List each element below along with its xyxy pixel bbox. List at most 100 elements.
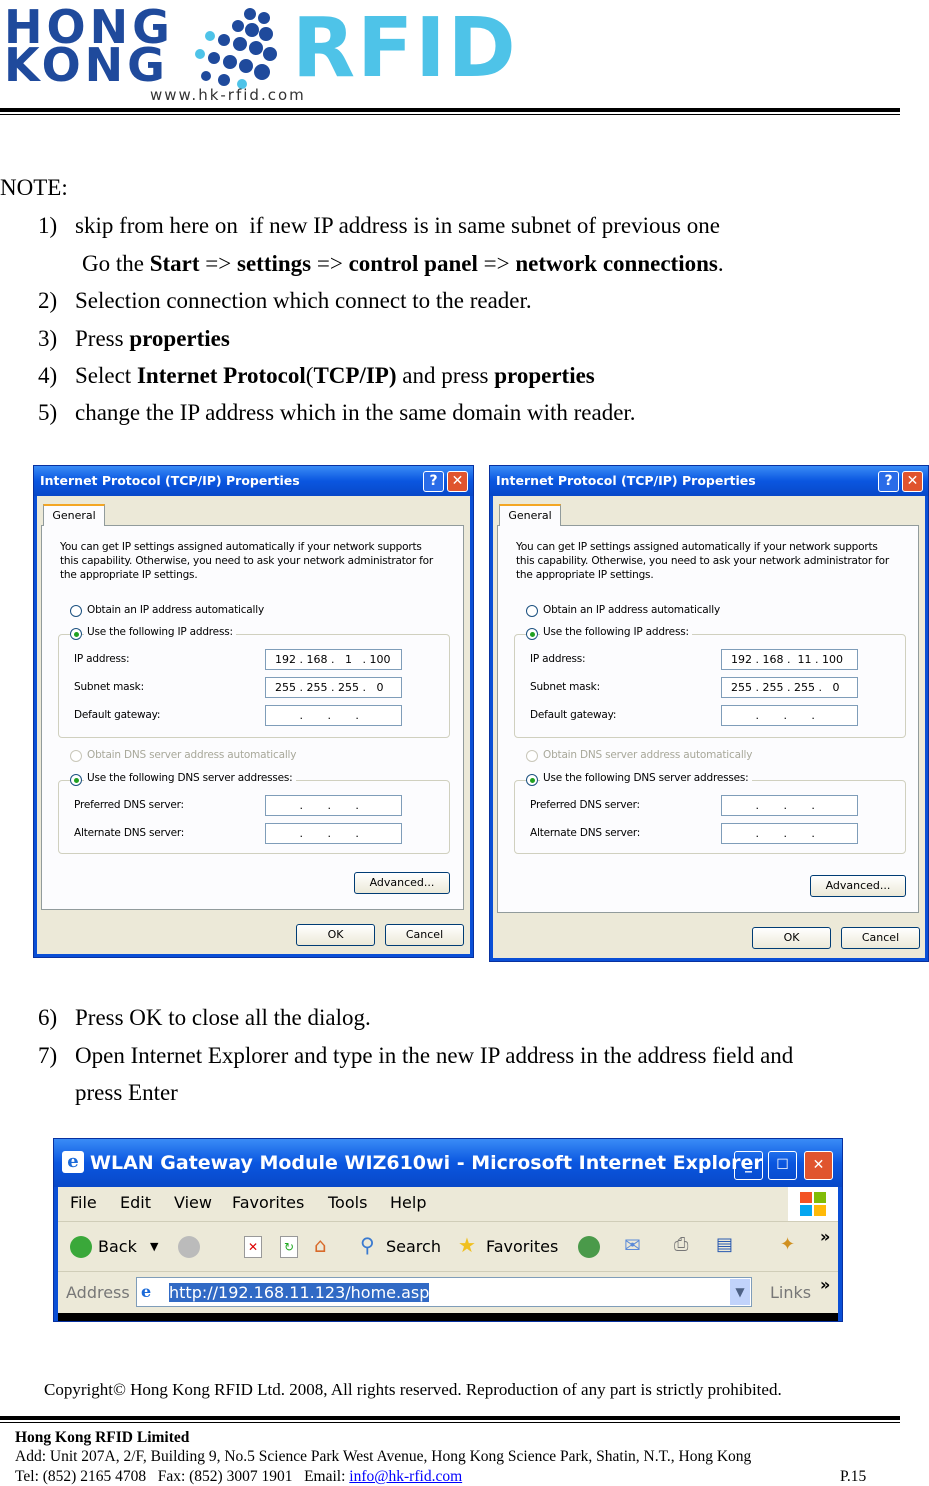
subnet-mask-label: Subnet mask: bbox=[74, 681, 144, 693]
step-text: change the IP address which in the same … bbox=[75, 400, 636, 426]
step-number: 4) bbox=[38, 363, 58, 388]
subnet-mask-field[interactable]: 255 . 255 . 255 . 0 bbox=[721, 677, 858, 698]
help-button[interactable]: ? bbox=[878, 471, 899, 492]
obtain-dns-radio[interactable] bbox=[526, 750, 538, 762]
obtain-dns-label[interactable]: Obtain DNS server address automatically bbox=[543, 749, 752, 761]
tcpip-dialog: Internet Protocol (TCP/IP) Properties ? … bbox=[33, 465, 474, 958]
ie-logo-icon: e bbox=[62, 1151, 84, 1173]
use-dns-label[interactable]: Use the following DNS server addresses: bbox=[84, 772, 296, 784]
email-link[interactable]: info@hk-rfid.com bbox=[349, 1468, 462, 1485]
step-text-part: Press bbox=[75, 326, 130, 351]
back-button[interactable]: Back bbox=[98, 1237, 137, 1257]
obtain-ip-label[interactable]: Obtain an IP address automatically bbox=[87, 604, 264, 616]
use-dns-radio[interactable] bbox=[70, 774, 82, 786]
ie-titlebar: e WLAN Gateway Module WIZ610wi - Microso… bbox=[54, 1139, 842, 1187]
advanced-button[interactable]: Advanced... bbox=[354, 872, 450, 894]
tab-general[interactable]: General bbox=[499, 504, 561, 526]
ie-window: e WLAN Gateway Module WIZ610wi - Microso… bbox=[53, 1138, 843, 1322]
preferred-dns-field[interactable]: . . . bbox=[721, 795, 858, 816]
history-icon[interactable] bbox=[578, 1236, 600, 1258]
back-icon[interactable] bbox=[70, 1236, 92, 1258]
alternate-dns-label: Alternate DNS server: bbox=[530, 827, 641, 839]
favorites-button[interactable]: Favorites bbox=[486, 1237, 558, 1257]
intro-line: the appropriate IP settings. bbox=[60, 569, 198, 581]
footer-tel: Tel: (852) 2165 4708 Fax: (852) 3007 190… bbox=[15, 1468, 350, 1485]
advanced-button[interactable]: Advanced... bbox=[810, 875, 906, 897]
use-dns-label[interactable]: Use the following DNS server addresses: bbox=[540, 772, 752, 784]
use-ip-radio[interactable] bbox=[526, 628, 538, 640]
home-icon[interactable]: ⌂ bbox=[314, 1235, 327, 1255]
cancel-button[interactable]: Cancel bbox=[385, 924, 464, 946]
step-text: press Enter bbox=[75, 1080, 178, 1105]
page-content bbox=[58, 1313, 838, 1321]
preferred-dns-field[interactable]: . . . bbox=[265, 795, 402, 816]
menu-edit[interactable]: Edit bbox=[120, 1187, 151, 1219]
menu-file[interactable]: File bbox=[70, 1187, 97, 1219]
obtain-ip-label[interactable]: Obtain an IP address automatically bbox=[543, 604, 720, 616]
search-button[interactable]: Search bbox=[386, 1237, 441, 1257]
mail-icon[interactable]: ✉ bbox=[624, 1235, 641, 1255]
dialog-body: General You can get IP settings assigned… bbox=[37, 496, 470, 954]
obtain-dns-label[interactable]: Obtain DNS server address automatically bbox=[87, 749, 296, 761]
cancel-button[interactable]: Cancel bbox=[841, 927, 920, 949]
forward-icon[interactable] bbox=[178, 1236, 200, 1258]
search-icon[interactable]: ⚲ bbox=[360, 1235, 375, 1255]
address-dropdown-icon[interactable]: ▼ bbox=[730, 1279, 750, 1305]
step-text-part: control panel bbox=[348, 251, 478, 276]
tab-general[interactable]: General bbox=[43, 504, 105, 526]
toolbar-more-icon[interactable]: » bbox=[820, 1227, 830, 1247]
messenger-icon[interactable]: ✦ bbox=[780, 1235, 795, 1255]
step-text: Open Internet Explorer and type in the n… bbox=[75, 1043, 794, 1068]
use-ip-label[interactable]: Use the following IP address: bbox=[84, 626, 236, 638]
subnet-mask-field[interactable]: 255 . 255 . 255 . 0 bbox=[265, 677, 402, 698]
alternate-dns-field[interactable]: . . . bbox=[265, 823, 402, 844]
use-ip-radio[interactable] bbox=[70, 628, 82, 640]
copyright: Copyright© Hong Kong RFID Ltd. 2008, All… bbox=[44, 1380, 782, 1399]
menu-view[interactable]: View bbox=[174, 1187, 212, 1219]
back-dropdown-icon[interactable]: ▼ bbox=[150, 1237, 158, 1257]
maximize-button[interactable]: ☐ bbox=[768, 1151, 797, 1180]
gateway-field[interactable]: . . . bbox=[721, 705, 858, 726]
close-button[interactable]: ✕ bbox=[804, 1151, 833, 1180]
ok-button[interactable]: OK bbox=[296, 924, 375, 946]
menu-tools[interactable]: Tools bbox=[328, 1187, 367, 1219]
menu-favorites[interactable]: Favorites bbox=[232, 1187, 304, 1219]
address-url[interactable]: http://192.168.11.123/home.asp bbox=[169, 1283, 430, 1302]
ip-address-field[interactable]: 192 . 168 . 1 . 100 bbox=[265, 649, 402, 670]
ip-address-label: IP address: bbox=[74, 653, 130, 665]
obtain-dns-radio[interactable] bbox=[70, 750, 82, 762]
stop-icon[interactable]: ✕ bbox=[244, 1236, 262, 1258]
step-text-part: properties bbox=[494, 363, 595, 388]
dialog-title: Internet Protocol (TCP/IP) Properties bbox=[496, 473, 756, 488]
gateway-field[interactable]: . . . bbox=[265, 705, 402, 726]
ie-title: WLAN Gateway Module WIZ610wi - Microsoft… bbox=[90, 1152, 763, 1174]
minimize-button[interactable]: _ bbox=[734, 1151, 763, 1180]
address-field[interactable]: e http://192.168.11.123/home.asp ▼ bbox=[136, 1277, 752, 1307]
print-icon[interactable]: ⎙ bbox=[674, 1235, 688, 1255]
alternate-dns-field[interactable]: . . . bbox=[721, 823, 858, 844]
ip-address-field[interactable]: 192 . 168 . 11 . 100 bbox=[721, 649, 858, 670]
close-button[interactable]: ✕ bbox=[447, 471, 468, 492]
logo-brand: RFID bbox=[292, 1, 518, 96]
close-button[interactable]: ✕ bbox=[902, 471, 923, 492]
help-button[interactable]: ? bbox=[423, 471, 444, 492]
use-dns-radio[interactable] bbox=[526, 774, 538, 786]
links-button[interactable]: Links bbox=[770, 1283, 811, 1303]
menu-help[interactable]: Help bbox=[390, 1187, 426, 1219]
step-text: Press properties bbox=[75, 326, 230, 352]
favorites-icon[interactable]: ★ bbox=[458, 1235, 476, 1255]
page-icon: e bbox=[141, 1282, 152, 1301]
step-text-part: Go the bbox=[82, 251, 150, 276]
intro-line: this capability. Otherwise, you need to … bbox=[516, 555, 889, 567]
intro-text: You can get IP settings assigned automat… bbox=[60, 540, 433, 582]
ok-button[interactable]: OK bbox=[752, 927, 831, 949]
obtain-ip-radio[interactable] bbox=[526, 605, 538, 617]
use-ip-label[interactable]: Use the following IP address: bbox=[540, 626, 692, 638]
links-more-icon[interactable]: » bbox=[820, 1275, 830, 1295]
step-text-part: change the IP address which in the same … bbox=[75, 400, 636, 425]
dialog-titlebar: Internet Protocol (TCP/IP) Properties ? … bbox=[490, 466, 928, 496]
refresh-icon[interactable]: ↻ bbox=[280, 1236, 298, 1258]
edit-icon[interactable]: ▤ bbox=[716, 1235, 733, 1255]
step-number: 6) bbox=[38, 1005, 58, 1030]
obtain-ip-radio[interactable] bbox=[70, 605, 82, 617]
